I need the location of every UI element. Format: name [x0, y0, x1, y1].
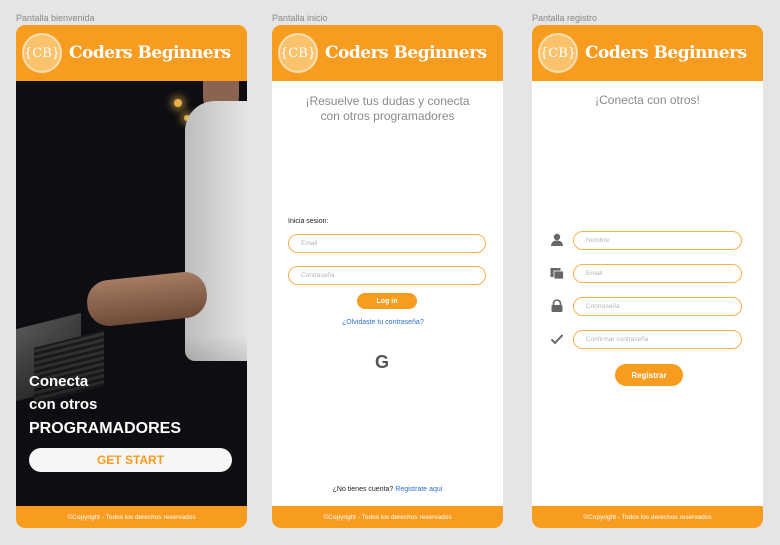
bokeh-light [174, 99, 182, 107]
app-header: {CB} Coders Beginners [532, 25, 763, 81]
brand-name: Coders Beginners [325, 43, 487, 63]
register-link[interactable]: Registrate aqui [395, 486, 442, 493]
email-field[interactable] [288, 234, 486, 253]
login-screen: {CB} Coders Beginners ¡Resuelve tus duda… [272, 25, 503, 528]
headline-line-2: con otros programadores [320, 109, 455, 123]
email-field[interactable] [573, 264, 742, 283]
register-headline: ¡Conecta con otros! [595, 93, 700, 107]
register-screen: {CB} Coders Beginners ¡Conecta con otros… [532, 25, 763, 528]
no-account-row: ¿No tienes cuenta? Registrate aqui [272, 486, 503, 493]
forgot-password-link[interactable]: ¿Olvidaste tu contraseña? [342, 319, 424, 326]
password-field[interactable] [288, 266, 486, 285]
check-icon [550, 334, 564, 345]
hero-line-3: PROGRAMADORES [29, 420, 182, 437]
frame-label-login: Pantalla inicio [272, 13, 328, 23]
no-account-text: ¿No tienes cuenta? [332, 486, 394, 493]
logo: {CB} [278, 33, 318, 73]
frame-label-register: Pantalla registro [532, 13, 598, 23]
hero-text: Conecta con otros PROGRAMADORES [29, 373, 181, 438]
email-card-icon [550, 268, 564, 280]
hero-line-2: con otros [29, 396, 98, 413]
footer-copyright: ©Copyright - Todos los derechos reservad… [532, 506, 763, 528]
name-field[interactable] [573, 231, 742, 250]
lock-icon [551, 299, 563, 312]
user-icon [551, 233, 563, 246]
logo: {CB} [22, 33, 62, 73]
password-field[interactable] [573, 297, 742, 316]
footer-copyright: ©Copyright - Todos los derechos reservad… [272, 506, 503, 528]
frame-label-welcome: Pantalla bienvenida [16, 13, 95, 23]
logo: {CB} [538, 33, 578, 73]
get-start-button[interactable]: GET START [29, 448, 232, 472]
login-button[interactable]: Log in [357, 293, 417, 309]
login-label: Inicia sesion: [288, 218, 329, 225]
confirm-password-field[interactable] [573, 330, 742, 349]
brand-name: Coders Beginners [585, 43, 747, 63]
app-header: {CB} Coders Beginners [16, 25, 247, 81]
hero-line-1: Conecta [29, 373, 89, 390]
app-header: {CB} Coders Beginners [272, 25, 503, 81]
register-button[interactable]: Registrar [615, 364, 683, 386]
brand-name: Coders Beginners [69, 43, 231, 63]
footer-copyright: ©Copyright - Todos los derechos reservad… [16, 506, 247, 528]
google-icon[interactable]: G [375, 352, 389, 373]
welcome-screen: {CB} Coders Beginners Conecta con otros … [16, 25, 247, 528]
hero-image: Conecta con otros PROGRAMADORES GET STAR… [16, 81, 247, 506]
headline-line-1: ¡Resuelve tus dudas y conecta [305, 94, 470, 108]
person-shirt [185, 101, 247, 361]
login-headline: ¡Resuelve tus dudas y conecta con otros … [272, 94, 503, 124]
